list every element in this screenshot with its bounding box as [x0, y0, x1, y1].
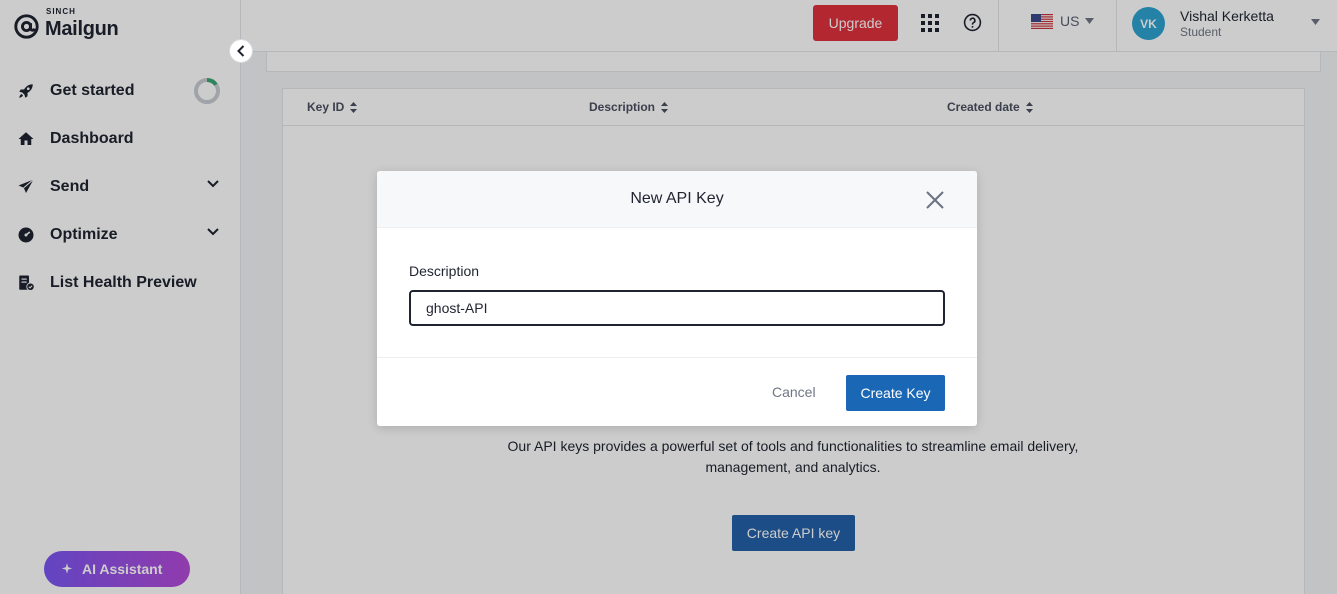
dialog-footer: Cancel Create Key	[377, 357, 977, 426]
description-input[interactable]	[409, 290, 945, 326]
cancel-button[interactable]: Cancel	[772, 384, 816, 400]
close-icon[interactable]	[924, 189, 946, 211]
dialog-header: New API Key	[377, 171, 977, 228]
new-api-key-dialog: New API Key Description Cancel Create Ke…	[377, 171, 977, 426]
chevron-left-icon	[237, 45, 245, 57]
dialog-title: New API Key	[630, 190, 724, 207]
create-key-button[interactable]: Create Key	[846, 375, 945, 411]
collapse-sidebar-button[interactable]	[229, 39, 253, 63]
description-label: Description	[409, 263, 480, 279]
